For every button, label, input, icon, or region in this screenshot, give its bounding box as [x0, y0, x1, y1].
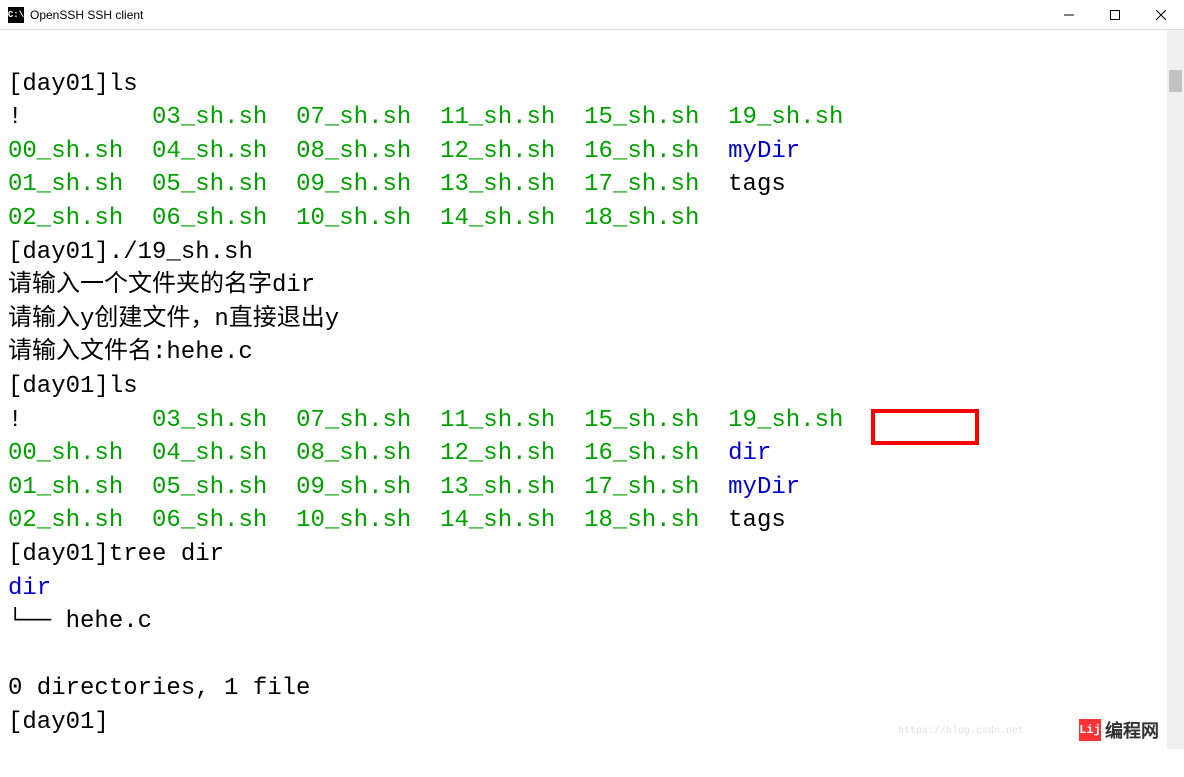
ls-item: 00_sh.sh: [8, 440, 123, 467]
prompt-line: [day01]ls: [8, 373, 138, 400]
prompt-line: [day01]: [8, 709, 109, 736]
ls-item: !: [8, 104, 22, 131]
ls-item: 09_sh.sh: [296, 474, 411, 501]
ls-item: 15_sh.sh: [584, 407, 699, 434]
tree-branch: └── hehe.c: [8, 608, 152, 635]
ls-item: 16_sh.sh: [584, 138, 699, 165]
tree-root: dir: [8, 575, 51, 602]
ls-item: 17_sh.sh: [584, 474, 699, 501]
close-button[interactable]: [1138, 0, 1184, 30]
scrollbar-thumb[interactable]: [1169, 70, 1182, 92]
ls-item: 00_sh.sh: [8, 138, 123, 165]
ls-item: 08_sh.sh: [296, 440, 411, 467]
ls-item: 10_sh.sh: [296, 507, 411, 534]
ls-item: 01_sh.sh: [8, 474, 123, 501]
highlight-box: [871, 409, 979, 445]
minimize-button[interactable]: [1046, 0, 1092, 30]
maximize-button[interactable]: [1092, 0, 1138, 30]
ls-item: !: [8, 407, 22, 434]
ls-item: 12_sh.sh: [440, 440, 555, 467]
ls-item: 11_sh.sh: [440, 407, 555, 434]
script-output: 请输入一个文件夹的名字dir: [8, 272, 315, 299]
app-icon: C:\: [8, 7, 24, 23]
ls-item: 04_sh.sh: [152, 138, 267, 165]
script-output: 请输入y创建文件，n直接退出y: [8, 306, 339, 333]
ls-item: 19_sh.sh: [728, 104, 843, 131]
ls-dir: myDir: [728, 474, 800, 501]
window-controls: [1046, 0, 1184, 30]
window-title: OpenSSH SSH client: [30, 8, 143, 22]
ls-item: 12_sh.sh: [440, 138, 555, 165]
ls-item: 14_sh.sh: [440, 205, 555, 232]
ls-item: 15_sh.sh: [584, 104, 699, 131]
ls-item: 05_sh.sh: [152, 474, 267, 501]
prompt-line: [day01]ls: [8, 71, 138, 98]
ls-dir: myDir: [728, 138, 800, 165]
ls-item: 13_sh.sh: [440, 171, 555, 198]
ls-item: 18_sh.sh: [584, 507, 699, 534]
prompt-line: [day01]./19_sh.sh: [8, 239, 253, 266]
window-titlebar: C:\ OpenSSH SSH client: [0, 0, 1184, 30]
ls-item: 11_sh.sh: [440, 104, 555, 131]
ls-item: 05_sh.sh: [152, 171, 267, 198]
ls-item: 09_sh.sh: [296, 171, 411, 198]
ls-item: 02_sh.sh: [8, 507, 123, 534]
ls-item: 06_sh.sh: [152, 205, 267, 232]
ls-item: 07_sh.sh: [296, 407, 411, 434]
ls-item: 19_sh.sh: [728, 407, 843, 434]
script-output: 请输入文件名:hehe.c: [8, 339, 253, 366]
ls-item: 16_sh.sh: [584, 440, 699, 467]
watermark: Lij 编程网: [1079, 717, 1159, 743]
ls-item: 13_sh.sh: [440, 474, 555, 501]
ls-item: 10_sh.sh: [296, 205, 411, 232]
terminal-output[interactable]: [day01]ls ! 03_sh.sh 07_sh.sh 11_sh.sh 1…: [0, 30, 1184, 777]
ls-item: 04_sh.sh: [152, 440, 267, 467]
scrollbar-vertical[interactable]: [1167, 30, 1184, 749]
ls-item: 02_sh.sh: [8, 205, 123, 232]
watermark-text: 编程网: [1105, 717, 1159, 743]
ls-item: 18_sh.sh: [584, 205, 699, 232]
ls-item: 14_sh.sh: [440, 507, 555, 534]
watermark-url: https://blog.csdn.net: [898, 726, 1024, 737]
ls-item: 07_sh.sh: [296, 104, 411, 131]
ls-item: 03_sh.sh: [152, 407, 267, 434]
ls-file: tags: [728, 507, 786, 534]
prompt-line: [day01]tree dir: [8, 541, 224, 568]
ls-item: 08_sh.sh: [296, 138, 411, 165]
ls-item: 06_sh.sh: [152, 507, 267, 534]
ls-dir-highlighted: dir: [728, 440, 771, 467]
ls-item: 17_sh.sh: [584, 171, 699, 198]
ls-file: tags: [728, 171, 786, 198]
ls-item: 01_sh.sh: [8, 171, 123, 198]
watermark-logo-icon: Lij: [1079, 719, 1101, 741]
ls-item: 03_sh.sh: [152, 104, 267, 131]
tree-summary: 0 directories, 1 file: [8, 675, 310, 702]
